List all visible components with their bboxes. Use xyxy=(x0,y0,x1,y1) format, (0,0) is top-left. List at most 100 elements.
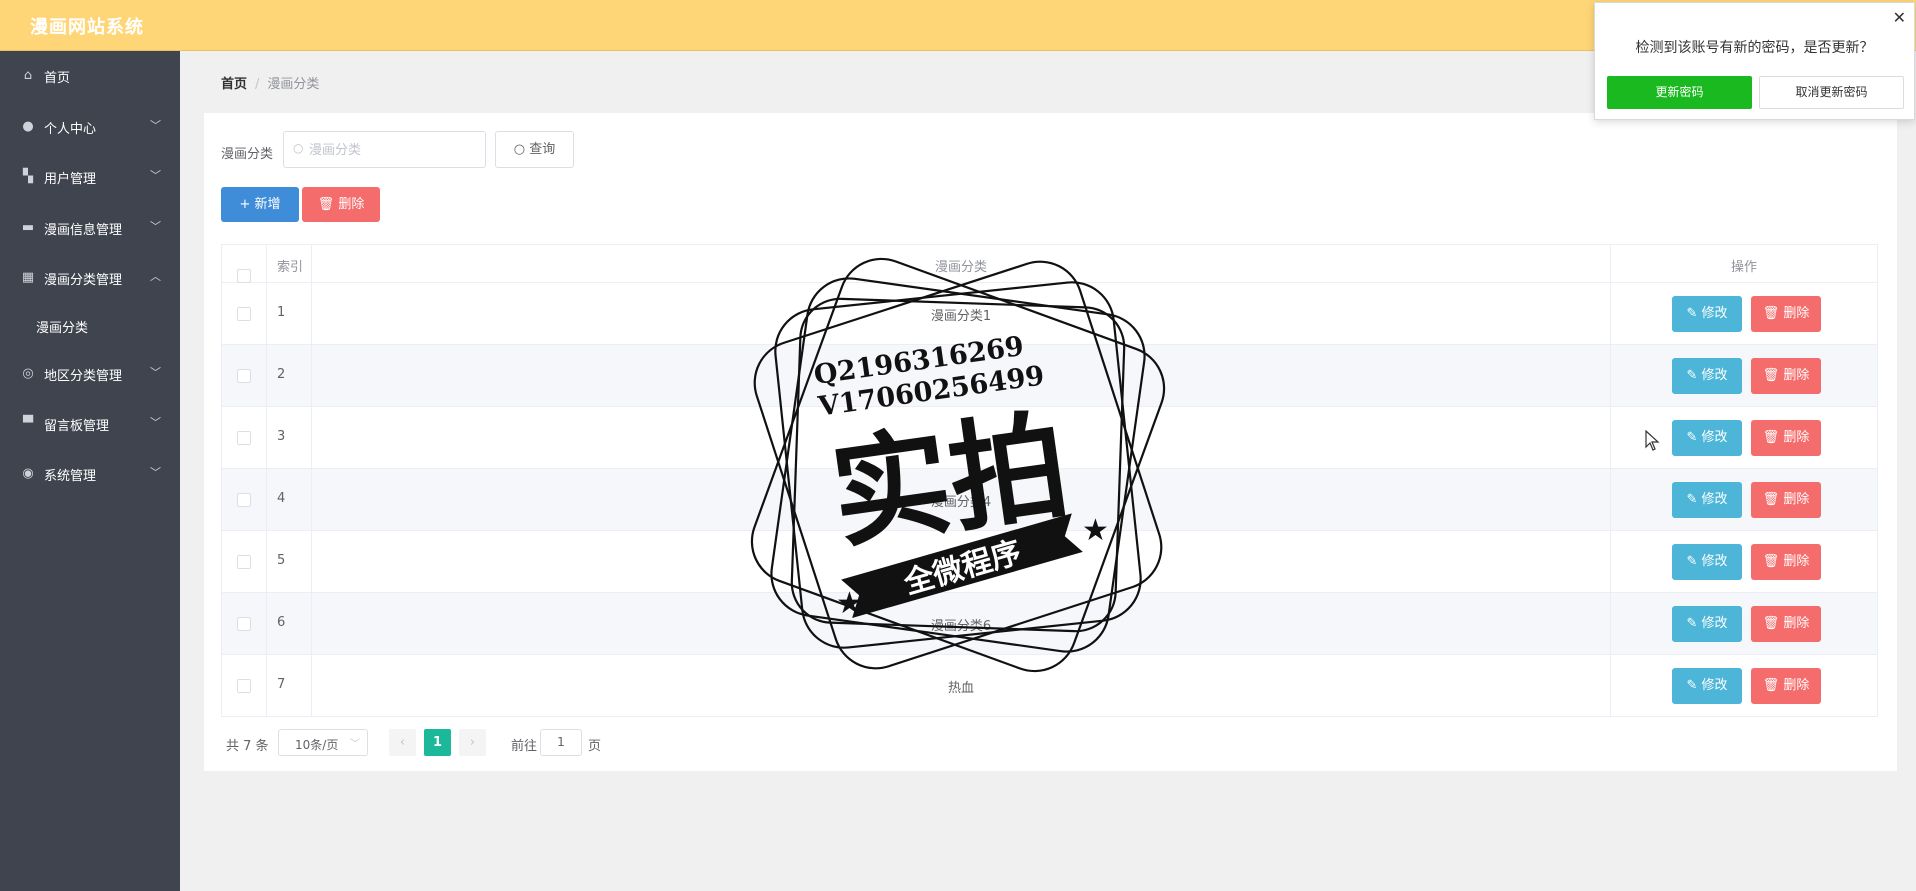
edit-button[interactable]: ✎ 修改 xyxy=(1672,420,1742,456)
delete-button[interactable]: 🗑 删除 xyxy=(1751,420,1821,456)
row-checkbox[interactable] xyxy=(237,617,251,631)
chevron-down-icon: ﹀ xyxy=(150,466,161,479)
header-index: 索引 xyxy=(277,260,304,275)
delete-button[interactable]: 🗑 删除 xyxy=(1751,668,1821,704)
search-label: 漫画分类 xyxy=(221,147,274,162)
page-number-current[interactable]: 1 xyxy=(424,729,451,756)
select-all-checkbox[interactable] xyxy=(237,269,251,283)
chevron-up-icon: ︿ xyxy=(150,270,161,283)
delete-button[interactable]: 🗑 删除 xyxy=(1751,606,1821,642)
table-row: 3 ✎ 修改 🗑 删除 xyxy=(222,407,1877,469)
row-name: 漫画分类4 xyxy=(930,495,992,510)
batch-delete-button[interactable]: 🗑 删除 xyxy=(302,187,380,222)
edit-icon: ✎ xyxy=(1686,492,1698,507)
breadcrumb-home[interactable]: 首页 xyxy=(221,77,247,92)
row-checkbox[interactable] xyxy=(237,431,251,445)
pagination-total: 共 7 条 xyxy=(226,739,269,754)
row-name: 漫画分类1 xyxy=(930,309,992,324)
row-index: 4 xyxy=(277,491,286,506)
sidebar-subitem-comic-category[interactable]: 漫画分类 xyxy=(0,307,180,343)
row-checkbox[interactable] xyxy=(237,679,251,693)
table-row: 4 漫画分类4 ✎ 修改 🗑 删除 xyxy=(222,469,1877,531)
sidebar-item-comic-category[interactable]: ▦ 漫画分类管理 ︿ xyxy=(0,258,180,298)
trash-icon: 🗑 xyxy=(1762,616,1780,631)
row-index: 3 xyxy=(277,429,286,444)
row-checkbox[interactable] xyxy=(237,555,251,569)
prev-page-button[interactable]: ‹ xyxy=(389,729,416,756)
next-page-button[interactable]: › xyxy=(459,729,486,756)
content-panel: 漫画分类 ○ ○ 查询 + 新增 🗑 删除 索引 漫画分类 操作 xyxy=(204,113,1897,771)
sidebar-item-message-board[interactable]: ▀ 留言板管理 ﹀ xyxy=(0,404,180,444)
row-checkbox[interactable] xyxy=(237,307,251,321)
main-content: 首页 / 漫画分类 漫画分类 ○ ○ 查询 + 新增 🗑 删除 索引 漫画分类 操作 xyxy=(180,51,1916,891)
table-row: 7 热血 ✎ 修改 🗑 删除 xyxy=(222,655,1877,717)
delete-button[interactable]: 🗑 删除 xyxy=(1751,482,1821,518)
edit-label: 修改 xyxy=(1701,554,1728,569)
app-title: 漫画网站系统 xyxy=(30,17,144,38)
row-index: 2 xyxy=(277,367,286,382)
sidebar-item-label: 用户管理 xyxy=(44,172,97,187)
query-button-label: 查询 xyxy=(529,142,556,157)
query-button[interactable]: ○ 查询 xyxy=(495,131,574,168)
table-row: 1 漫画分类1 ✎ 修改 🗑 删除 xyxy=(222,283,1877,345)
edit-button[interactable]: ✎ 修改 xyxy=(1672,544,1742,580)
header-ops: 操作 xyxy=(1730,260,1757,275)
trash-icon: 🗑 xyxy=(1762,430,1780,445)
search-input[interactable] xyxy=(309,138,479,162)
sidebar-item-home[interactable]: ⌂ 首页 xyxy=(0,56,180,96)
sidebar-item-label: 漫画分类管理 xyxy=(44,273,123,288)
sidebar-subitem-label: 漫画分类 xyxy=(36,321,89,336)
dialog-message: 检测到该账号有新的密码，是否更新？ xyxy=(1635,40,1874,56)
edit-icon: ✎ xyxy=(1686,430,1698,445)
goto-page-input[interactable]: 1 xyxy=(540,729,582,756)
compass-icon: ◎ xyxy=(22,366,34,381)
edit-button[interactable]: ✎ 修改 xyxy=(1672,606,1742,642)
monitor-icon: ▀ xyxy=(23,416,33,431)
page-suffix: 页 xyxy=(588,739,602,754)
delete-button[interactable]: 🗑 删除 xyxy=(1751,358,1821,394)
trash-icon: 🗑 xyxy=(317,197,335,212)
close-icon[interactable]: ✕ xyxy=(1893,8,1906,27)
chevron-down-icon: ﹀ xyxy=(150,169,161,182)
edit-icon: ✎ xyxy=(1686,306,1698,321)
edit-icon: ✎ xyxy=(1686,368,1698,383)
pagination: 共 7 条 10条/页 ﹀ ‹ 1 › 前往 1 页 xyxy=(221,729,821,757)
edit-button[interactable]: ✎ 修改 xyxy=(1672,296,1742,332)
trash-icon: 🗑 xyxy=(1762,554,1780,569)
header-name: 漫画分类 xyxy=(934,260,987,275)
cancel-update-button[interactable]: 取消更新密码 xyxy=(1759,76,1904,109)
row-checkbox[interactable] xyxy=(237,493,251,507)
batch-delete-label: 删除 xyxy=(338,197,365,212)
page-size-select[interactable]: 10条/页 ﹀ xyxy=(278,729,368,756)
delete-button[interactable]: 🗑 删除 xyxy=(1751,296,1821,332)
add-button-label: 新增 xyxy=(254,197,281,212)
goto-label: 前往 xyxy=(511,739,538,754)
trash-icon: 🗑 xyxy=(1762,492,1780,507)
grid-icon: ▦ xyxy=(21,270,35,285)
trash-icon: 🗑 xyxy=(1762,678,1780,693)
sidebar-item-region-category[interactable]: ◎ 地区分类管理 ﹀ xyxy=(0,354,180,394)
row-checkbox[interactable] xyxy=(237,369,251,383)
sidebar-item-comic-info[interactable]: ▬ 漫画信息管理 ﹀ xyxy=(0,208,180,248)
sidebar-item-user-management[interactable]: ▚ 用户管理 ﹀ xyxy=(0,157,180,197)
search-field[interactable]: ○ xyxy=(283,131,486,168)
sidebar-item-label: 地区分类管理 xyxy=(44,369,123,384)
sidebar-item-label: 个人中心 xyxy=(44,122,97,137)
add-button[interactable]: + 新增 xyxy=(221,187,299,222)
delete-button[interactable]: 🗑 删除 xyxy=(1751,544,1821,580)
update-password-button[interactable]: 更新密码 xyxy=(1607,76,1752,109)
edit-button[interactable]: ✎ 修改 xyxy=(1672,668,1742,704)
delete-label: 删除 xyxy=(1783,616,1810,631)
chevron-down-icon: ﹀ xyxy=(150,220,161,233)
delete-label: 删除 xyxy=(1783,306,1810,321)
delete-label: 删除 xyxy=(1783,678,1810,693)
sidebar-item-system[interactable]: ◉ 系统管理 ﹀ xyxy=(0,454,180,494)
edit-button[interactable]: ✎ 修改 xyxy=(1672,482,1742,518)
edit-button[interactable]: ✎ 修改 xyxy=(1672,358,1742,394)
row-name: 热血 xyxy=(947,681,974,696)
chevron-down-icon: ﹀ xyxy=(150,416,161,429)
edit-icon: ✎ xyxy=(1686,616,1698,631)
sidebar-item-personal-center[interactable]: ● 个人中心 ﹀ xyxy=(0,107,180,147)
user-icon: ● xyxy=(22,119,34,134)
page-size-value: 10条/页 xyxy=(295,738,339,752)
